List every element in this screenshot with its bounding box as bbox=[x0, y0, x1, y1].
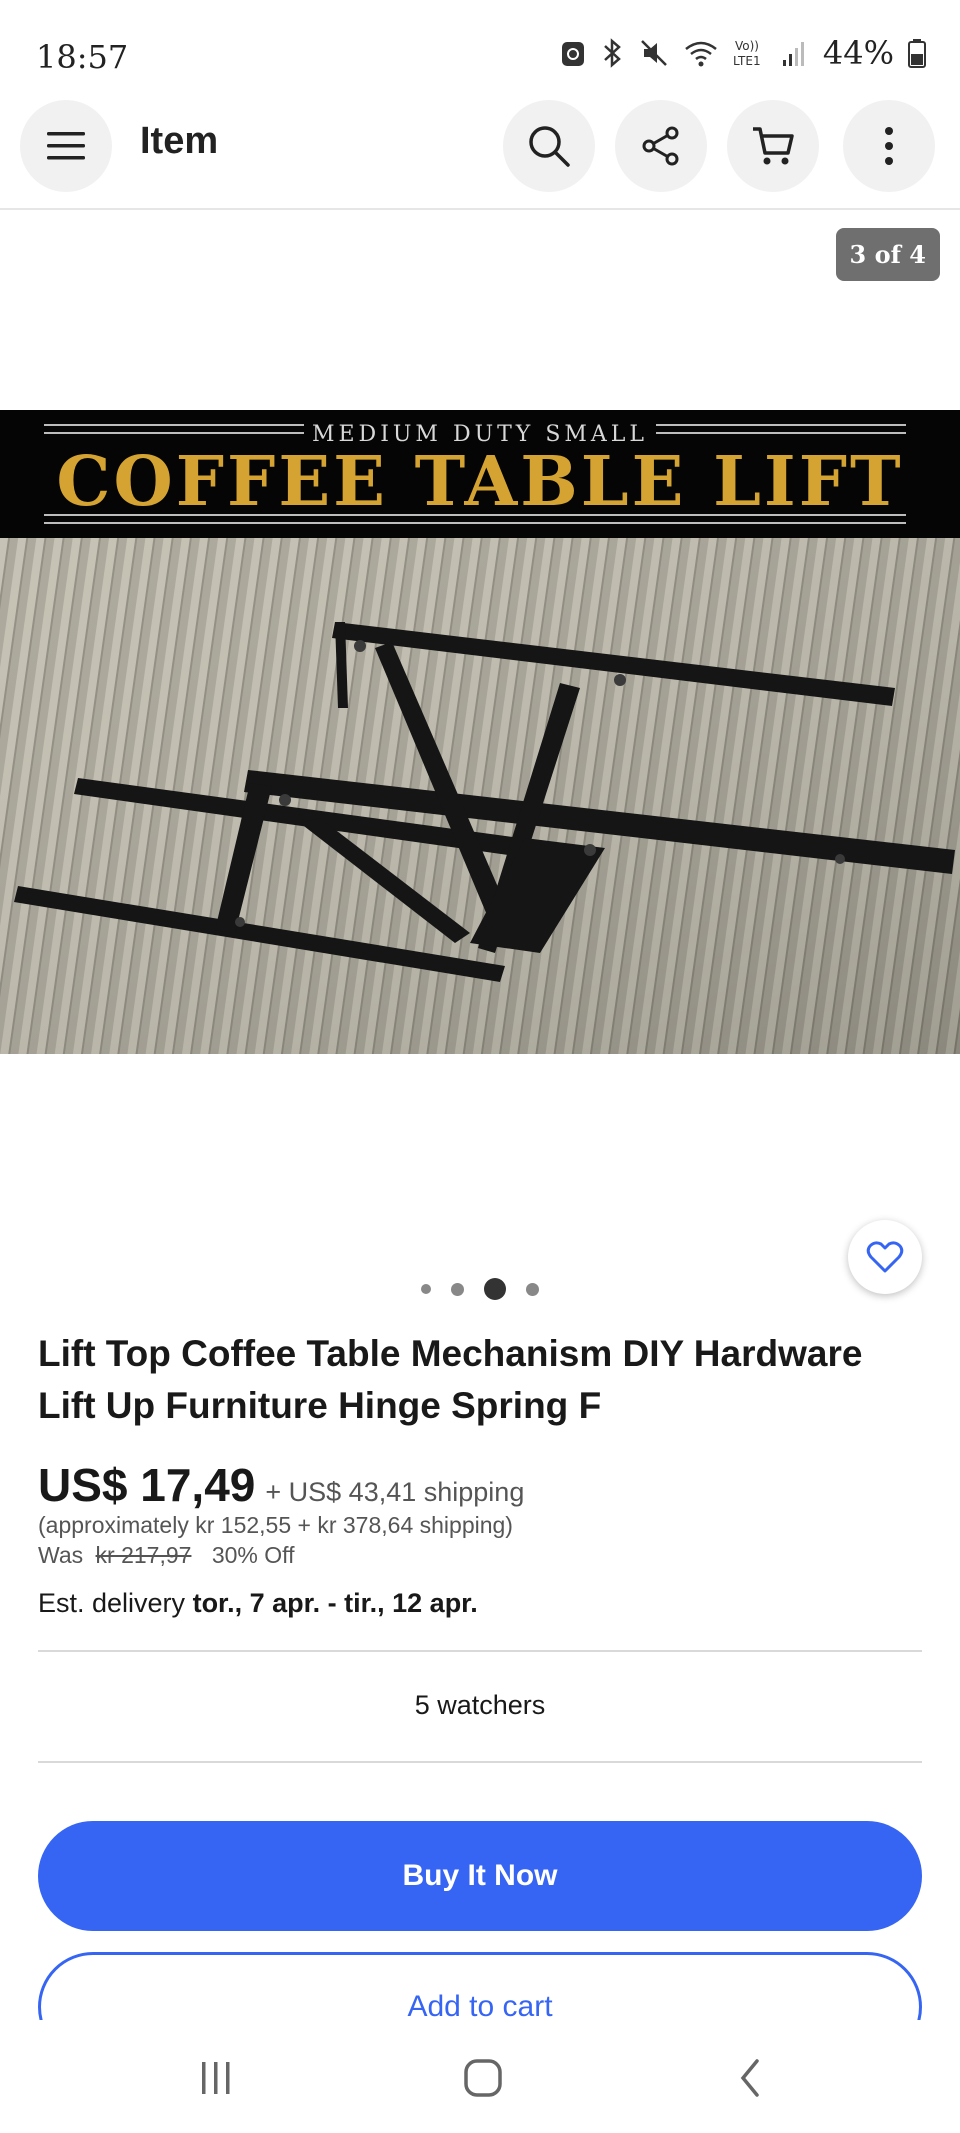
carousel-dot[interactable] bbox=[421, 1284, 431, 1294]
image-counter: 3 of 4 bbox=[835, 228, 940, 281]
app-header: Item bbox=[0, 100, 960, 210]
carousel-dot-active[interactable] bbox=[484, 1278, 506, 1300]
more-options-button[interactable] bbox=[843, 100, 935, 192]
svg-text:Vo)): Vo)) bbox=[735, 39, 759, 53]
more-vert-icon bbox=[885, 127, 893, 165]
mute-icon bbox=[640, 40, 667, 66]
battery-percent: 44% bbox=[822, 34, 894, 72]
buy-it-now-button[interactable]: Buy It Now bbox=[38, 1821, 922, 1931]
banner-title: COFFEE TABLE LIFT bbox=[56, 442, 904, 522]
item-price: US$ 17,49 bbox=[38, 1459, 256, 1511]
carousel-dot[interactable] bbox=[526, 1282, 539, 1296]
shipping-cost: + US$ 43,41 shipping bbox=[265, 1477, 525, 1507]
menu-icon bbox=[47, 132, 85, 160]
was-price: kr 217,97 bbox=[95, 1542, 192, 1568]
menu-button[interactable] bbox=[20, 100, 112, 192]
cart-button[interactable] bbox=[727, 100, 819, 192]
product-banner: MEDIUM DUTY SMALL COFFEE TABLE LIFT bbox=[0, 410, 960, 538]
back-icon bbox=[740, 2059, 759, 2097]
share-button[interactable] bbox=[615, 100, 707, 192]
battery-icon bbox=[908, 39, 926, 68]
lte-icon: Vo))LTE1 bbox=[733, 39, 761, 68]
was-label: Was bbox=[38, 1542, 84, 1568]
coffee-table-lift-photo bbox=[0, 538, 960, 1054]
delivery-dates: tor., 7 apr. - tir., 12 apr. bbox=[192, 1588, 478, 1618]
image-gallery[interactable]: 3 of 4 MEDIUM DUTY SMALL COFFEE TABLE LI… bbox=[0, 212, 960, 1310]
signal-icon bbox=[782, 42, 804, 66]
divider bbox=[38, 1761, 922, 1763]
home-icon bbox=[464, 2059, 502, 2097]
cart-icon bbox=[753, 127, 794, 165]
status-time: 18:57 bbox=[36, 38, 129, 76]
bluetooth-icon bbox=[604, 38, 621, 68]
wifi-icon bbox=[685, 41, 717, 67]
item-title: Lift Top Coffee Table Mechanism DIY Hard… bbox=[38, 1333, 863, 1426]
carousel-dots bbox=[0, 1278, 960, 1300]
delivery-label: Est. delivery bbox=[38, 1588, 186, 1618]
carousel-dot[interactable] bbox=[451, 1282, 464, 1296]
search-button[interactable] bbox=[503, 100, 595, 192]
svg-text:LTE1: LTE1 bbox=[733, 54, 761, 68]
discount-badge: 30% Off bbox=[211, 1542, 295, 1568]
product-photo[interactable] bbox=[0, 538, 960, 1054]
was-price-row: Was kr 217,97 30% Off bbox=[38, 1542, 295, 1569]
add-to-cart-button[interactable]: Add to cart bbox=[38, 1952, 922, 2020]
divider bbox=[38, 1650, 922, 1652]
page-title: Item bbox=[140, 120, 219, 162]
home-button[interactable] bbox=[443, 2050, 523, 2106]
price-row: US$ 17,49 + US$ 43,41 shipping bbox=[38, 1458, 524, 1512]
status-icons: Vo)) LTE1 44% bbox=[559, 34, 926, 72]
share-icon bbox=[642, 126, 679, 166]
heart-icon bbox=[866, 1241, 904, 1273]
search-icon bbox=[529, 126, 570, 167]
add-to-cart-clip: Add to cart bbox=[0, 1940, 960, 2020]
watchers-count: 5 watchers bbox=[414, 1690, 546, 1720]
estimated-delivery: Est. delivery tor., 7 apr. - tir., 12 ap… bbox=[38, 1588, 478, 1619]
back-button[interactable] bbox=[710, 2050, 790, 2106]
status-bar: 18:57 Vo)) LTE1 44% bbox=[0, 0, 960, 100]
recycle-icon bbox=[561, 42, 584, 66]
recents-button[interactable] bbox=[176, 2050, 256, 2106]
recents-icon bbox=[202, 2062, 230, 2094]
system-nav-bar bbox=[0, 2020, 960, 2133]
approximate-price: (approximately kr 152,55 + kr 378,64 shi… bbox=[38, 1512, 513, 1538]
